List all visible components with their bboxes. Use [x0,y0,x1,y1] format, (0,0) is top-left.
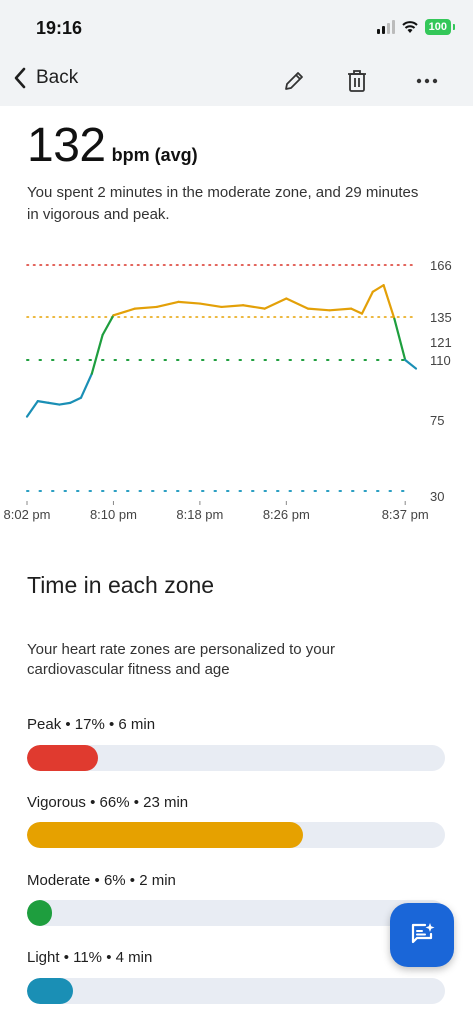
heart-rate-segment [285,297,310,310]
back-button[interactable]: Back [12,66,78,90]
heart-rate-segment [242,304,266,310]
status-time: 19:16 [36,18,83,38]
status-icons: 100 [376,19,456,35]
heart-rate-segment [112,307,137,317]
zone-summary-text: You spent 2 minutes in the moderate zone… [27,184,419,223]
heart-rate-segment [79,372,93,399]
chevron-left-icon [14,67,26,89]
x-tick-label: 8:26 pm [263,507,310,522]
section-description: Your heart rate zones are personalized t… [27,641,335,678]
zone-light-fill [27,978,73,1004]
heart-rate-segment [101,314,115,336]
heart-rate-segment [404,358,418,370]
zone-moderate-label: Moderate • 6% • 2 min [27,872,176,889]
edit-icon [285,72,303,90]
signal-icon [376,20,395,34]
edit-button[interactable] [279,66,309,96]
delete-icon [348,70,366,92]
chat-sparkle-icon [411,923,435,944]
heart-rate-segment [350,307,364,315]
more-button[interactable] [412,66,442,96]
y-tick-label: 110 [430,353,451,368]
heart-rate-segment [263,297,288,310]
y-tick-label: 75 [430,413,444,428]
zone-vigorous-fill [27,822,303,848]
y-tick-label: 166 [430,258,452,273]
y-tick-label: 30 [430,489,444,504]
heart-rate-segment [69,396,83,404]
heart-rate-segment [220,304,245,309]
heart-rate-chart: 166 135 121 110 75 30 8:02 pm 8:10 pm 8:18 pm 8:… [4,258,452,522]
x-tick-label: 8:10 pm [90,507,137,522]
zone-light-bar [27,978,445,1004]
wifi-icon [401,21,418,33]
back-label: Back [36,67,79,88]
y-tick-label: 135 [430,310,452,325]
heart-rate-segment [371,284,385,293]
x-tick-label: 8:02 pm [4,507,51,522]
more-icon [416,78,438,84]
heart-rate-segment [177,300,201,305]
ask-assistant-button[interactable] [390,903,454,967]
zone-moderate-fill [27,900,53,926]
nav-bar: Back [0,56,473,106]
heart-rate-segment [155,300,180,309]
avg-bpm-value: 132 [27,119,106,172]
heart-rate-segment [328,307,353,312]
x-tick-label: 8:37 pm [382,507,429,522]
heart-rate-segment [36,400,50,404]
heart-rate-segment [58,401,72,406]
zone-vigorous-label: Vigorous • 66% • 23 min [27,794,189,811]
zone-peak-label: Peak • 17% • 6 min [27,716,156,733]
section-title: Time in each zone [27,572,215,598]
y-tick-label: 121 [430,335,452,350]
heart-rate-segment [47,401,61,406]
heart-rate-segment [25,400,39,418]
heart-rate-segment [382,284,396,320]
heart-rate-segment [90,333,104,375]
heart-rate-segment [133,305,158,310]
zone-vigorous-bar [27,822,445,848]
heart-rate-segment [198,302,223,309]
status-bar: 19:16 100 [0,0,473,56]
heart-rate-segment [360,290,374,315]
heart-rate-segment [393,317,407,362]
battery-indicator: 100 [424,19,456,35]
heart-rate-segment [306,307,331,312]
zone-peak-fill [27,745,99,771]
zone-light-label: Light • 11% • 4 min [27,949,153,966]
zone-peak-bar [27,745,445,771]
zone-moderate-bar [27,900,445,926]
avg-bpm-unit: bpm (avg) [111,145,198,165]
average-heart-rate: 132 bpm (avg) [27,118,198,173]
delete-button[interactable] [342,66,372,96]
x-tick-label: 8:18 pm [176,507,223,522]
